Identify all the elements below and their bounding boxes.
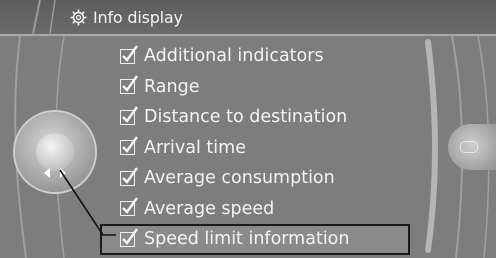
menu-item-label: Additional indicators — [144, 46, 324, 67]
arrow-left-icon — [44, 168, 50, 178]
controller-knob-center[interactable] — [36, 133, 74, 178]
arrow-right-icon — [60, 168, 66, 178]
checkbox-checked-icon[interactable] — [120, 197, 138, 217]
page-title: Info display — [93, 7, 183, 27]
menu-item-range[interactable]: Range — [100, 72, 410, 103]
gear-icon — [70, 9, 87, 26]
checkbox-checked-icon[interactable] — [120, 45, 138, 64]
menu-item-additional-indicators[interactable]: Additional indicators — [100, 41, 410, 72]
menu-item-label: Arrival time — [144, 137, 246, 158]
checkbox-checked-icon[interactable] — [120, 136, 138, 156]
menu-item-average-speed[interactable]: Average speed — [100, 194, 410, 225]
checkbox-checked-icon[interactable] — [120, 167, 138, 186]
rounded-rect-icon — [460, 141, 478, 153]
header-title-group: Info display — [70, 6, 183, 28]
menu-item-speed-limit-information[interactable]: Speed limit information — [100, 224, 410, 255]
info-display-menu: Additional indicators Range Distance to … — [100, 41, 410, 255]
controller-knob[interactable] — [15, 112, 95, 192]
right-side-button[interactable] — [448, 124, 496, 170]
menu-item-label: Average consumption — [144, 168, 335, 189]
menu-item-arrival-time[interactable]: Arrival time — [100, 133, 410, 164]
menu-item-label: Distance to destination — [144, 107, 348, 128]
menu-item-label: Average speed — [144, 198, 275, 219]
menu-item-distance-to-destination[interactable]: Distance to destination — [100, 102, 410, 133]
menu-item-label: Speed limit information — [144, 229, 350, 250]
menu-item-average-consumption[interactable]: Average consumption — [100, 163, 410, 194]
checkbox-checked-icon[interactable] — [120, 106, 138, 125]
info-display-screen: Info display Additional indicators Range… — [0, 0, 496, 258]
checkbox-checked-icon[interactable] — [120, 228, 138, 247]
menu-item-label: Range — [144, 76, 200, 97]
checkbox-checked-icon[interactable] — [120, 75, 138, 95]
